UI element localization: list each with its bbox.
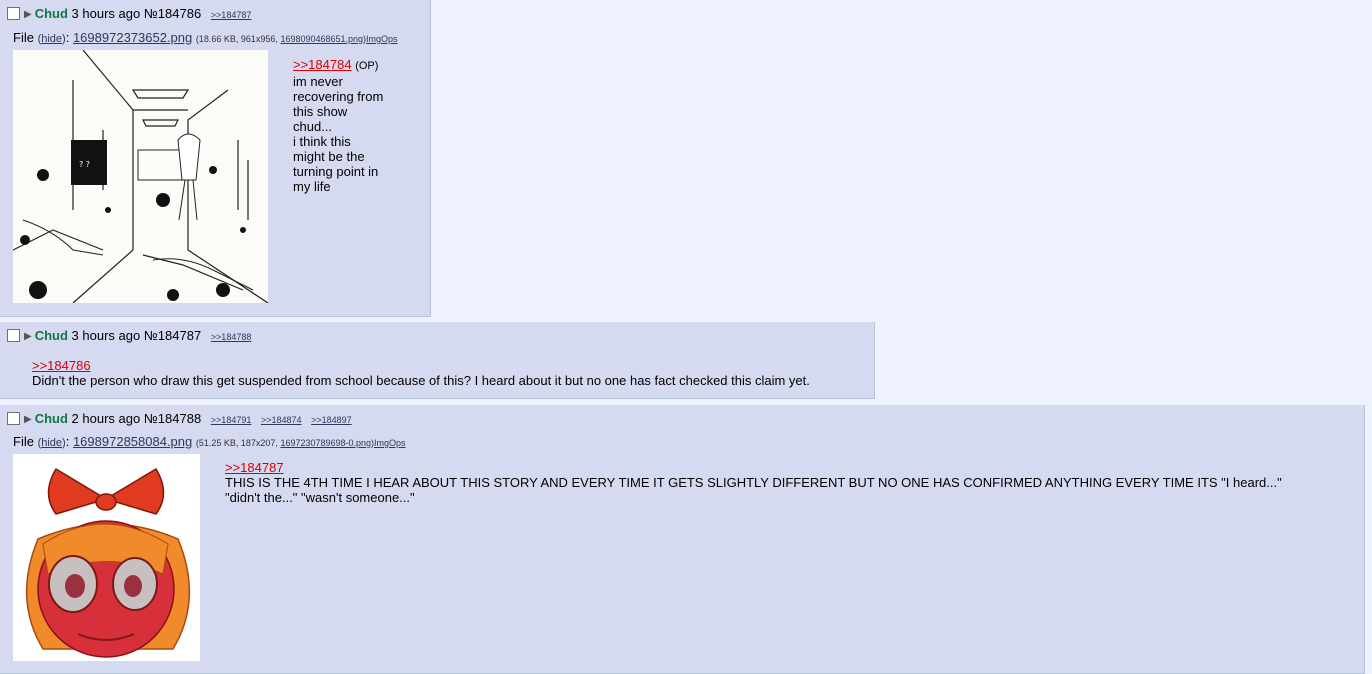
post-message: >>184786 Didn't the person who draw this… [32, 358, 862, 388]
file-link[interactable]: 1698972858084.png [73, 434, 192, 449]
post-header: ▶ Chud 3 hours ago №184786 >>184787 [7, 6, 251, 21]
op-marker: (OP) [355, 60, 379, 72]
post-menu-arrow-icon[interactable]: ▶ [24, 9, 32, 20]
manga-hallway-drawing: ? ? [13, 50, 268, 303]
hide-link[interactable]: hide [41, 437, 62, 449]
message-line: recovering from [293, 89, 384, 104]
quote-link[interactable]: >>184784 [293, 57, 352, 72]
post-image-thumbnail[interactable] [13, 454, 200, 661]
post-number[interactable]: №184788 [144, 411, 201, 426]
post-number[interactable]: №184786 [144, 6, 201, 21]
post-checkbox[interactable] [7, 412, 20, 425]
file-label: File [13, 434, 34, 449]
quote-link[interactable]: >>184787 [225, 460, 284, 475]
poster-name: Chud [34, 328, 68, 343]
red-face-character-drawing [13, 454, 200, 661]
post-184787: ▶ Chud 3 hours ago №184787 >>184788 >>184… [0, 322, 875, 399]
file-size-dims: (18.66 KB, 961x956, [195, 34, 281, 44]
message-line: Didn't the person who draw this get susp… [32, 373, 810, 388]
post-message: >>184784 (OP) im never recovering from t… [293, 57, 428, 194]
post-time: 3 hours ago [71, 6, 141, 21]
file-info: File (hide): 1698972373652.png (18.66 KB… [13, 30, 398, 45]
file-link[interactable]: 1698972373652.png [73, 30, 192, 45]
original-filename-link[interactable]: 1698090468651.png [280, 34, 363, 44]
post-time: 3 hours ago [71, 328, 141, 343]
post-image-thumbnail[interactable]: ? ? [13, 50, 268, 303]
hide-link[interactable]: hide [41, 33, 62, 45]
poster-name: Chud [34, 6, 68, 21]
imgops-link[interactable]: ImgOps [374, 438, 406, 448]
message-line: im never [293, 74, 343, 89]
quote-link[interactable]: >>184786 [32, 358, 91, 373]
imgops-link[interactable]: ImgOps [366, 34, 398, 44]
message-line: turning point in [293, 164, 379, 179]
post-checkbox[interactable] [7, 7, 20, 20]
message-line: i think this [293, 134, 351, 149]
backlink[interactable]: >>184787 [211, 10, 252, 20]
post-number[interactable]: №184787 [144, 328, 201, 343]
post-header: ▶ Chud 2 hours ago №184788 >>184791 >>184… [7, 411, 352, 426]
file-info: File (hide): 1698972858084.png (51.25 KB… [13, 434, 406, 449]
backlink[interactable]: >>184874 [261, 415, 302, 425]
post-184788: ▶ Chud 2 hours ago №184788 >>184791 >>184… [0, 405, 1365, 674]
message-line: "didn't the..." "wasn't someone..." [225, 490, 415, 505]
post-time: 2 hours ago [71, 411, 141, 426]
post-message: >>184787 THIS IS THE 4TH TIME I HEAR ABO… [225, 460, 1335, 505]
backlink[interactable]: >>184791 [211, 415, 252, 425]
message-line: might be the [293, 149, 365, 164]
file-label: File [13, 30, 34, 45]
post-184786: ▶ Chud 3 hours ago №184786 >>184787 File … [0, 0, 431, 317]
backlink[interactable]: >>184788 [211, 332, 252, 342]
svg-text:? ?: ? ? [79, 160, 90, 169]
post-header: ▶ Chud 3 hours ago №184787 >>184788 [7, 328, 251, 343]
message-line: this show [293, 104, 348, 119]
post-menu-arrow-icon[interactable]: ▶ [24, 331, 32, 342]
original-filename-link[interactable]: 1697230789698-0.png [280, 438, 371, 448]
message-line: my life [293, 179, 331, 194]
file-size-dims: (51.25 KB, 187x207, [195, 438, 281, 448]
message-line: chud... [293, 119, 333, 134]
message-line: THIS IS THE 4TH TIME I HEAR ABOUT THIS S… [225, 475, 1282, 490]
poster-name: Chud [34, 411, 68, 426]
post-checkbox[interactable] [7, 329, 20, 342]
post-menu-arrow-icon[interactable]: ▶ [24, 414, 32, 425]
backlink[interactable]: >>184897 [311, 415, 352, 425]
